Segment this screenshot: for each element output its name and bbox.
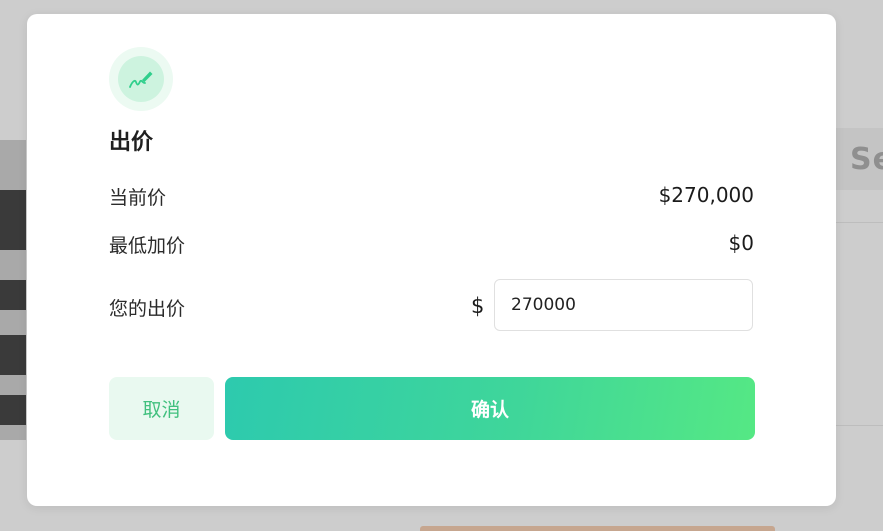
your-bid-label: 您的出价 bbox=[109, 298, 186, 320]
background-bottom-bar bbox=[420, 526, 775, 531]
background-image-block bbox=[0, 335, 26, 375]
pen-signature-icon bbox=[129, 71, 153, 88]
background-divider bbox=[836, 222, 883, 223]
modal-title: 出价 bbox=[109, 130, 154, 155]
background-partial-text: Se bbox=[850, 142, 883, 177]
background-image-block bbox=[0, 280, 26, 310]
current-price-value: $270,000 bbox=[658, 183, 754, 207]
current-price-label: 当前价 bbox=[109, 187, 167, 209]
background-divider bbox=[836, 425, 883, 426]
bid-amount-input[interactable] bbox=[494, 279, 753, 331]
background-image-block bbox=[0, 395, 26, 425]
cancel-button[interactable]: 取消 bbox=[109, 377, 214, 440]
currency-symbol: $ bbox=[471, 294, 485, 318]
background-image-block bbox=[0, 190, 26, 250]
bid-modal: 出价 当前价 $270,000 最低加价 $0 您的出价 $ 取消 确认 bbox=[27, 14, 836, 506]
min-increment-value: $0 bbox=[728, 231, 754, 255]
min-increment-label: 最低加价 bbox=[109, 235, 186, 257]
confirm-button[interactable]: 确认 bbox=[225, 377, 755, 440]
modal-icon-badge bbox=[109, 47, 173, 111]
